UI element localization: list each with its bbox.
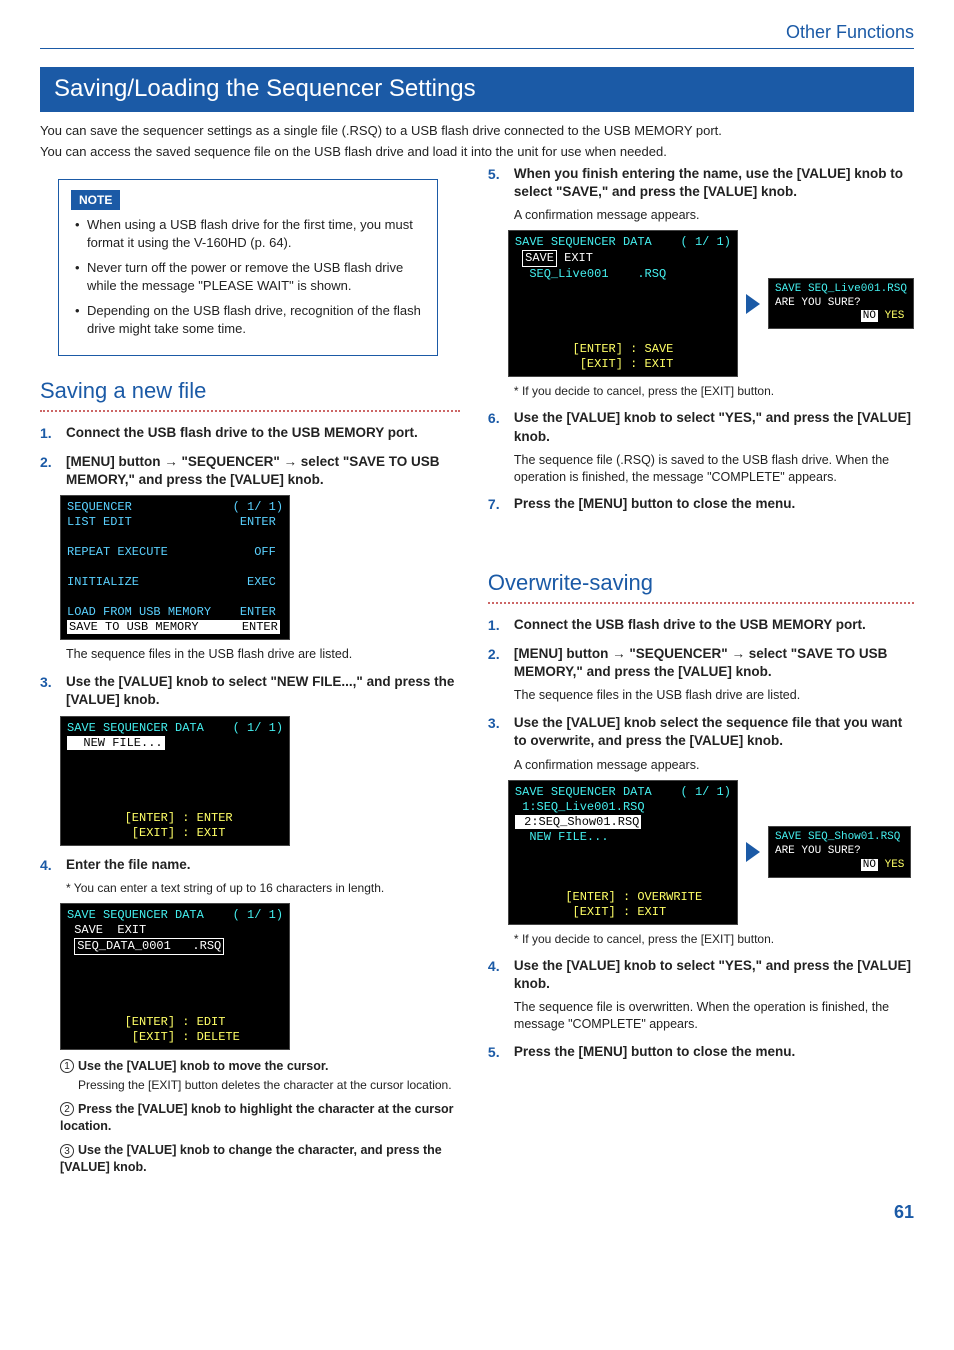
step-text: [MENU] button → "SEQUENCER" → select "SA… [66,453,460,489]
ow-step-4: 4. Use the [VALUE] knob to select "YES,"… [488,957,914,993]
step-text: Connect the USB flash drive to the USB M… [514,616,866,635]
note-item: When using a USB flash drive for the fir… [75,216,425,251]
substep-2: 2Press the [VALUE] knob to highlight the… [60,1101,460,1135]
lcd-filename: SAVE SEQUENCER DATA ( 1/ 1) SAVE EXIT SE… [60,903,460,1050]
step-text: Connect the USB flash drive to the USB M… [66,424,418,443]
step-text: Press the [MENU] button to close the men… [514,1043,795,1062]
step-text: Enter the file name. [66,856,191,875]
step-1: 1. Connect the USB flash drive to the US… [40,424,460,443]
ow-step-2: 2. [MENU] button → "SEQUENCER" → select … [488,645,914,681]
after-text: A confirmation message appears. [514,757,914,774]
step-text: Use the [VALUE] knob to select "YES," an… [514,409,914,445]
ow-step-3: 3. Use the [VALUE] knob select the seque… [488,714,914,750]
footnote: If you decide to cancel, press the [EXIT… [514,931,914,947]
after-text: The sequence files in the USB flash driv… [66,646,460,663]
lcd-save-confirm: SAVE SEQUENCER DATA ( 1/ 1) SAVE EXIT SE… [508,230,914,377]
lcd-overwrite: SAVE SEQUENCER DATA ( 1/ 1) 1:SEQ_Live00… [508,780,914,925]
intro-p2: You can access the saved sequence file o… [40,143,914,161]
after-text: The sequence file is overwritten. When t… [514,999,914,1033]
intro-block: You can save the sequencer settings as a… [40,122,914,161]
divider [40,410,460,412]
step-4: 4. Enter the file name. [40,856,460,875]
substep-3: 3Use the [VALUE] knob to change the char… [60,1142,460,1176]
intro-p1: You can save the sequencer settings as a… [40,122,914,140]
page-title: Saving/Loading the Sequencer Settings [40,67,914,111]
after-text: A confirmation message appears. [514,207,914,224]
arrow-right-icon [746,842,760,862]
note-box: NOTE When using a USB flash drive for th… [58,179,438,356]
arrow-right-icon [746,294,760,314]
divider [488,602,914,604]
saving-title: Saving a new file [40,376,460,406]
circled-2-icon: 2 [60,1102,74,1116]
footnote: You can enter a text string of up to 16 … [66,880,460,896]
step-5: 5. When you finish entering the name, us… [488,165,914,201]
left-column: NOTE When using a USB flash drive for th… [40,165,460,1176]
lcd-sequencer-menu: SEQUENCER ( 1/ 1) LIST EDIT ENTER REPEAT… [60,495,460,640]
substep-after: Pressing the [EXIT] button deletes the c… [78,1077,460,1093]
step-2: 2. [MENU] button → "SEQUENCER" → select … [40,453,460,489]
step-text: Use the [VALUE] knob select the sequence… [514,714,914,750]
note-item: Never turn off the power or remove the U… [75,259,425,294]
step-6: 6. Use the [VALUE] knob to select "YES,"… [488,409,914,445]
after-text: The sequence file (.RSQ) is saved to the… [514,452,914,486]
note-label: NOTE [71,190,120,210]
step-text: When you finish entering the name, use t… [514,165,914,201]
right-column: 5. When you finish entering the name, us… [488,165,914,1176]
step-3: 3. Use the [VALUE] knob to select "NEW F… [40,673,460,709]
ow-step-1: 1. Connect the USB flash drive to the US… [488,616,914,635]
overwrite-title: Overwrite-saving [488,568,914,598]
step-text: Press the [MENU] button to close the men… [514,495,795,514]
step-text: Use the [VALUE] knob to select "NEW FILE… [66,673,460,709]
footnote: If you decide to cancel, press the [EXIT… [514,383,914,399]
after-text: The sequence files in the USB flash driv… [514,687,914,704]
circled-3-icon: 3 [60,1144,74,1158]
substep-1: 1Use the [VALUE] knob to move the cursor… [60,1058,460,1075]
ow-step-5: 5. Press the [MENU] button to close the … [488,1043,914,1062]
section-label: Other Functions [40,20,914,49]
page-number: 61 [40,1200,914,1224]
note-item: Depending on the USB flash drive, recogn… [75,302,425,337]
step-7: 7. Press the [MENU] button to close the … [488,495,914,514]
circled-1-icon: 1 [60,1059,74,1073]
step-text: [MENU] button → "SEQUENCER" → select "SA… [514,645,914,681]
lcd-newfile: SAVE SEQUENCER DATA ( 1/ 1) NEW FILE... … [60,716,460,846]
step-text: Use the [VALUE] knob to select "YES," an… [514,957,914,993]
